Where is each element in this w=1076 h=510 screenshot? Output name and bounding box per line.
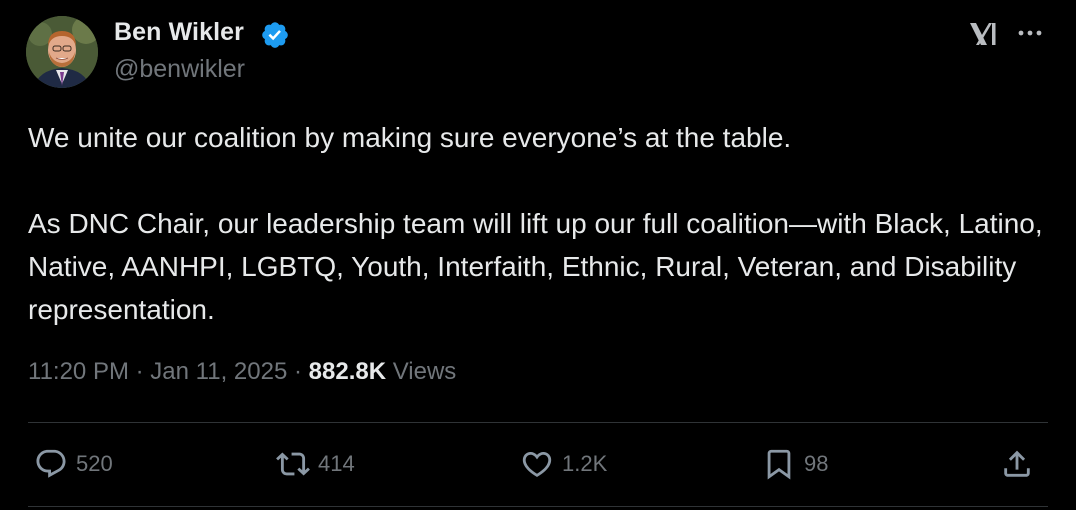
like-button[interactable]: 1.2K [520, 446, 607, 482]
reply-button[interactable]: 520 [34, 446, 113, 482]
avatar[interactable] [26, 16, 98, 88]
divider [28, 422, 1048, 423]
tweet-paragraph: We unite our coalition by making sure ev… [28, 122, 792, 153]
reply-count: 520 [76, 451, 113, 476]
tweet-paragraph: As DNC Chair, our leadership team will l… [28, 208, 1043, 325]
repost-button[interactable]: 414 [276, 446, 355, 482]
views-label: Views [392, 358, 457, 385]
tweet-meta: 11:20 PM · Jan 11, 2025 · 882.8K Views [28, 358, 456, 386]
like-icon [522, 451, 552, 477]
x-logo-icon[interactable] [968, 20, 998, 48]
divider [28, 506, 1048, 507]
repost-count: 414 [318, 451, 355, 476]
meta-separator: · [135, 358, 144, 385]
tweet-date[interactable]: Jan 11, 2025 [150, 358, 287, 385]
handle[interactable]: @benwikler [114, 55, 245, 84]
meta-separator: · [293, 358, 302, 385]
share-icon [1004, 450, 1030, 477]
repost-icon [276, 452, 310, 476]
share-button[interactable] [1000, 446, 1034, 482]
more-icon[interactable] [1014, 18, 1046, 48]
bookmark-count: 98 [804, 451, 829, 476]
display-name[interactable]: Ben Wikler [114, 18, 244, 47]
reply-icon [36, 449, 66, 478]
verified-badge-icon [262, 22, 288, 48]
bookmark-button[interactable]: 98 [762, 446, 828, 482]
bookmark-icon [767, 449, 791, 480]
tweet-card: Ben Wikler @benwikler We unite our coali… [0, 0, 1076, 510]
tweet-time[interactable]: 11:20 PM [28, 358, 129, 385]
like-count: 1.2K [562, 451, 608, 476]
views-count: 882.8K [308, 358, 387, 385]
tweet-text: We unite our coalition by making sure ev… [28, 116, 1048, 331]
